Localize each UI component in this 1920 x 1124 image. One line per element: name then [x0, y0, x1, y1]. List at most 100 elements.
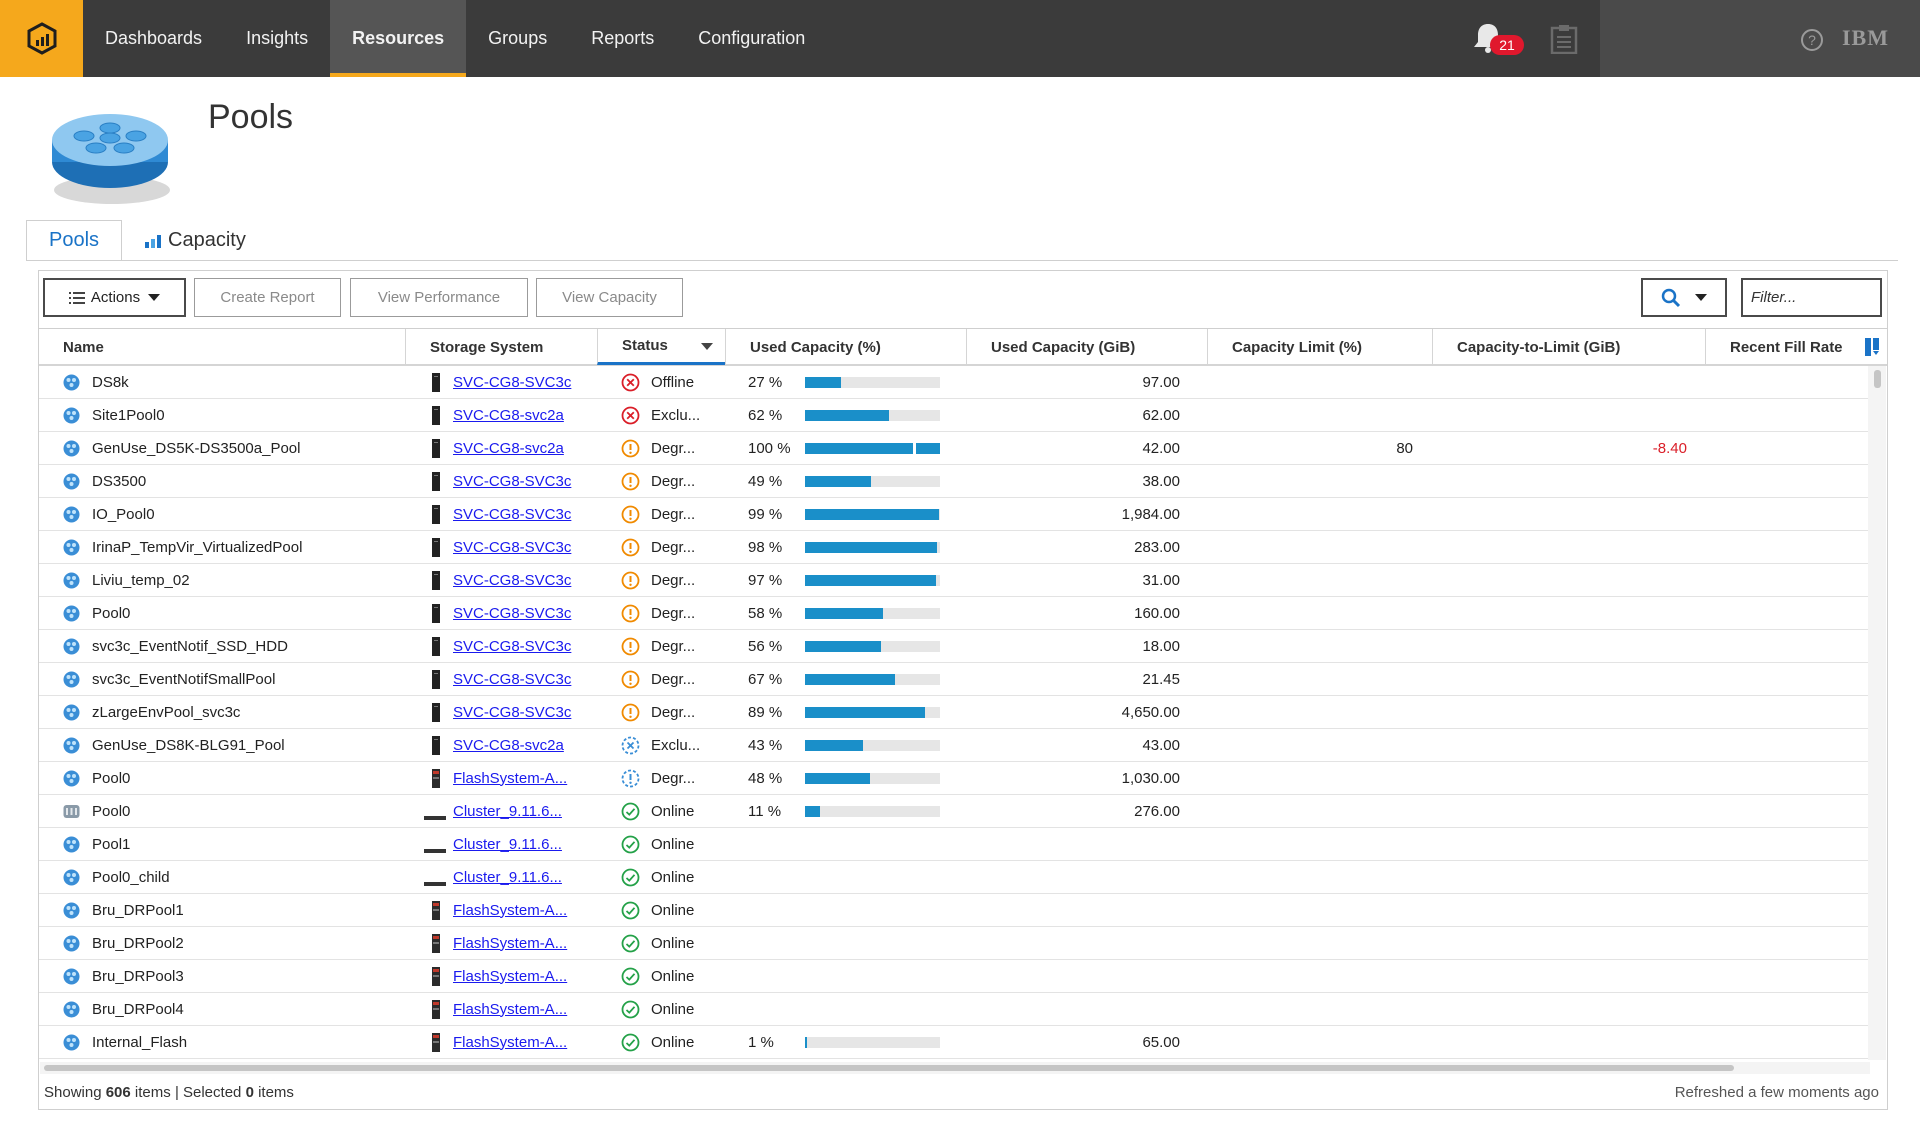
actions-button[interactable]: Actions: [43, 278, 186, 317]
search-button[interactable]: [1641, 278, 1727, 317]
warning-icon: [621, 604, 640, 623]
used-capacity-bar-fill: [805, 443, 940, 454]
storage-system-link[interactable]: SVC-CG8-SVC3c: [453, 663, 571, 695]
help-icon[interactable]: ?: [1800, 28, 1824, 52]
status-text: Degr...: [651, 439, 696, 457]
storage-system-link[interactable]: SVC-CG8-SVC3c: [453, 366, 571, 398]
storage-system-link[interactable]: FlashSystem-A...: [453, 993, 567, 1025]
nav-groups[interactable]: Groups: [466, 0, 569, 77]
flash-device-icon: [432, 1000, 440, 1023]
nav-resources[interactable]: Resources: [330, 0, 467, 77]
capacity-to-limit: [1432, 729, 1687, 761]
storage-system-link[interactable]: FlashSystem-A...: [453, 960, 567, 992]
table-row[interactable]: IrinaP_TempVir_VirtualizedPool SVC-CG8-SV…: [39, 531, 1869, 564]
table-row[interactable]: DS3500 SVC-CG8-SVC3c Degr... 49 % 38.00: [39, 465, 1869, 498]
table-row[interactable]: Pool0 FlashSystem-A... Degr... 48 % 1,030.00: [39, 762, 1869, 795]
table-row[interactable]: Pool0_child Cluster_9.11.6... Online: [39, 861, 1869, 894]
table-row[interactable]: GenUse_DS8K-BLG91_Pool SVC-CG8-svc2a Exclu…: [39, 729, 1869, 762]
app-logo[interactable]: [0, 0, 83, 77]
pool-name: Internal_Flash: [92, 1033, 188, 1051]
column-header-name[interactable]: Name: [39, 329, 405, 365]
capacity-limit-pct: [1207, 927, 1413, 959]
storage-system-link[interactable]: FlashSystem-A...: [453, 927, 567, 959]
table-row[interactable]: svc3c_EventNotif_SSD_HDD SVC-CG8-SVC3c Deg…: [39, 630, 1869, 663]
nav-dashboards[interactable]: Dashboards: [83, 0, 224, 77]
column-chooser-icon[interactable]: [1865, 338, 1881, 356]
column-header-capacity-to-limit[interactable]: Capacity-to-Limit (GiB): [1432, 329, 1705, 365]
table-row[interactable]: Pool1 Cluster_9.11.6... Online: [39, 828, 1869, 861]
storage-system-link[interactable]: FlashSystem-A...: [453, 894, 567, 926]
table-row[interactable]: Bru_DRPool4 FlashSystem-A... Online: [39, 993, 1869, 1026]
capacity-limit-pct: [1207, 795, 1413, 827]
capacity-to-limit: [1432, 564, 1687, 596]
storage-system-link[interactable]: FlashSystem-A...: [453, 1026, 567, 1058]
column-header-recent-fill-rate-label: Recent Fill Rate: [1730, 338, 1843, 356]
column-header-status[interactable]: Status: [597, 329, 725, 365]
storage-system-link[interactable]: SVC-CG8-svc2a: [453, 399, 564, 431]
storage-system-link[interactable]: SVC-CG8-svc2a: [453, 729, 564, 761]
status-text: Online: [651, 967, 695, 985]
horizontal-scroll-thumb[interactable]: [44, 1065, 1734, 1071]
used-capacity-gib: [966, 927, 1180, 959]
storage-system-link[interactable]: Cluster_9.11.6...: [453, 861, 562, 893]
create-report-button[interactable]: Create Report: [194, 278, 341, 317]
used-capacity-gib: 62.00: [1142, 406, 1180, 424]
page-title: Pools: [208, 98, 294, 136]
filter-input[interactable]: [1741, 278, 1882, 317]
svc-device-icon: [432, 703, 440, 726]
column-header-used-capacity-gib[interactable]: Used Capacity (GiB): [966, 329, 1207, 365]
table-row[interactable]: Bru_DRPool2 FlashSystem-A... Online: [39, 927, 1869, 960]
clipboard-icon[interactable]: [1550, 24, 1578, 54]
used-capacity-bar-fill: [805, 1037, 807, 1048]
column-header-used-capacity-pct[interactable]: Used Capacity (%): [725, 329, 966, 365]
tab-pools[interactable]: Pools: [26, 220, 123, 261]
table-row[interactable]: svc3c_EventNotifSmallPool SVC-CG8-SVC3c De…: [39, 663, 1869, 696]
svc-device-icon: [432, 637, 440, 660]
table-row[interactable]: DS8k SVC-CG8-SVC3c Offline 27 % 97.00: [39, 366, 1869, 399]
chevron-down-icon: [1695, 293, 1707, 301]
used-capacity-bar-fill: [805, 575, 936, 586]
table-row[interactable]: Internal_Flash FlashSystem-A... Online 1 % 6…: [39, 1026, 1869, 1059]
nav-insights[interactable]: Insights: [224, 0, 330, 77]
table-row[interactable]: Bru_DRPool3 FlashSystem-A... Online: [39, 960, 1869, 993]
status-text: Degr...: [651, 670, 696, 688]
table-row[interactable]: Liviu_temp_02 SVC-CG8-SVC3c Degr... 97 % 31.…: [39, 564, 1869, 597]
filesystem-pool-icon: [63, 803, 80, 820]
column-header-recent-fill-rate[interactable]: Recent Fill Rate: [1705, 329, 1887, 365]
storage-system-link[interactable]: SVC-CG8-svc2a: [453, 432, 564, 464]
view-capacity-button[interactable]: View Capacity: [536, 278, 683, 317]
nav-configuration[interactable]: Configuration: [676, 0, 827, 77]
used-capacity-gib: [966, 861, 1180, 893]
view-performance-button[interactable]: View Performance: [350, 278, 528, 317]
column-header-storage-system[interactable]: Storage System: [405, 329, 597, 365]
table-row[interactable]: GenUse_DS5K-DS3500a_Pool SVC-CG8-svc2a Deg…: [39, 432, 1869, 465]
storage-system-link[interactable]: FlashSystem-A...: [453, 762, 567, 794]
capacity-limit-pct: [1207, 597, 1413, 629]
storage-system-link[interactable]: SVC-CG8-SVC3c: [453, 597, 571, 629]
nav-reports[interactable]: Reports: [569, 0, 676, 77]
table-row[interactable]: Site1Pool0 SVC-CG8-svc2a Exclu... 62 % 62.00: [39, 399, 1869, 432]
tab-capacity[interactable]: Capacity: [122, 220, 268, 261]
table-row[interactable]: zLargeEnvPool_svc3c SVC-CG8-SVC3c Degr... 8…: [39, 696, 1869, 729]
table-row[interactable]: Pool0 Cluster_9.11.6... Online 11 % 276.00: [39, 795, 1869, 828]
table-row[interactable]: Pool0 SVC-CG8-SVC3c Degr... 58 % 160.00: [39, 597, 1869, 630]
storage-system-link[interactable]: SVC-CG8-SVC3c: [453, 498, 571, 530]
storage-system-link[interactable]: SVC-CG8-SVC3c: [453, 630, 571, 662]
storage-system-link[interactable]: SVC-CG8-SVC3c: [453, 564, 571, 596]
table-row[interactable]: IO_Pool0 SVC-CG8-SVC3c Degr... 99 % 1,984.00: [39, 498, 1869, 531]
pool-icon: [63, 1001, 80, 1018]
storage-system-link[interactable]: Cluster_9.11.6...: [453, 795, 562, 827]
storage-system-link[interactable]: Cluster_9.11.6...: [453, 828, 562, 860]
ibm-logo: IBM: [1842, 25, 1889, 50]
column-header-status-label: Status: [622, 337, 668, 354]
vertical-scroll-thumb[interactable]: [1874, 370, 1881, 388]
vertical-scrollbar[interactable]: [1868, 366, 1886, 1060]
column-header-capacity-limit[interactable]: Capacity Limit (%): [1207, 329, 1432, 365]
capacity-limit-pct: [1207, 465, 1413, 497]
table-row[interactable]: Bru_DRPool1 FlashSystem-A... Online: [39, 894, 1869, 927]
horizontal-scrollbar[interactable]: [40, 1062, 1870, 1074]
storage-system-link[interactable]: SVC-CG8-SVC3c: [453, 531, 571, 563]
storage-system-link[interactable]: SVC-CG8-SVC3c: [453, 696, 571, 728]
storage-system-link[interactable]: SVC-CG8-SVC3c: [453, 465, 571, 497]
svc-device-icon: [432, 406, 440, 429]
